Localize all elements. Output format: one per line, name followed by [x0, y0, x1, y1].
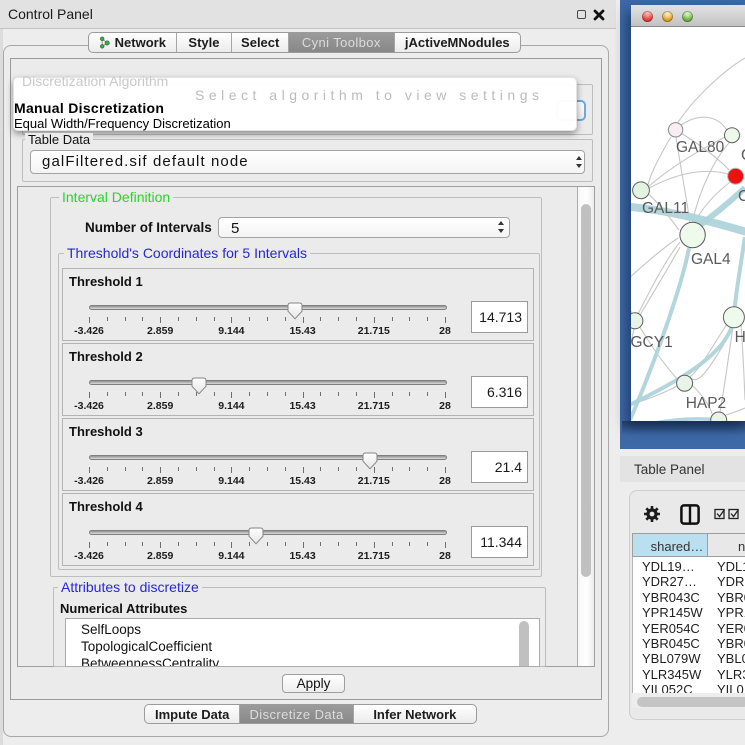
svg-text:GAL11: GAL11	[642, 200, 689, 217]
svg-text:HAP2: HAP2	[686, 395, 727, 412]
svg-text:HA: HA	[735, 329, 745, 346]
svg-text:GCY1: GCY1	[631, 334, 673, 351]
svg-text:GAL80: GAL80	[676, 139, 725, 156]
svg-text:GA: GA	[741, 147, 745, 164]
svg-text:CA: CA	[738, 188, 745, 205]
svg-text:GAL4: GAL4	[691, 251, 731, 268]
